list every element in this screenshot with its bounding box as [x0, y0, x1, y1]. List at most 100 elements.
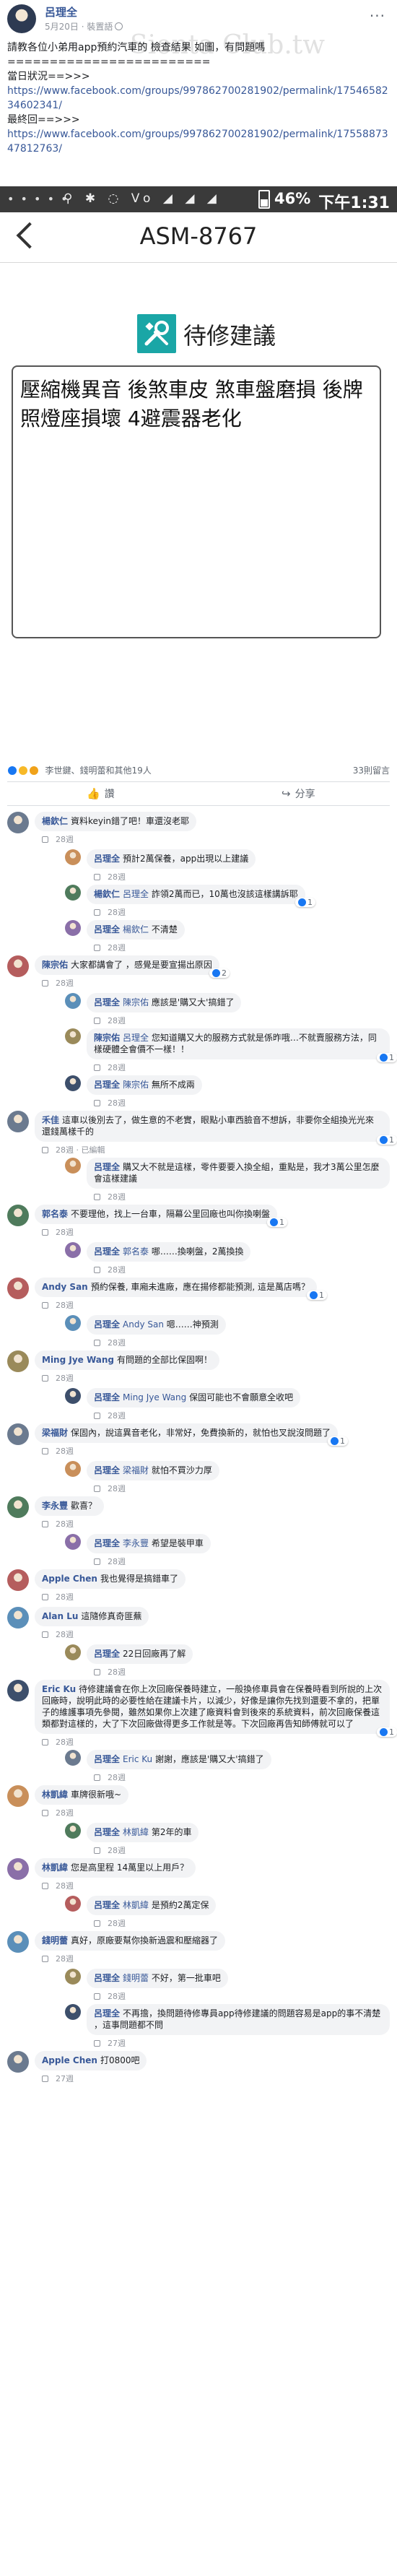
like-icon[interactable]: [94, 909, 100, 916]
like-icon[interactable]: [94, 945, 100, 951]
commenter-name[interactable]: 呂理全: [94, 1754, 120, 1764]
commenter-name[interactable]: 呂理全: [94, 854, 120, 864]
avatar[interactable]: [65, 2004, 81, 2020]
commenter-name[interactable]: 呂理全: [94, 997, 120, 1007]
avatar[interactable]: [7, 1858, 29, 1880]
share-button[interactable]: ↪ 分享: [282, 786, 315, 801]
comment-reaction-count[interactable]: 1: [377, 1727, 397, 1737]
avatar[interactable]: [65, 1969, 81, 1985]
commenter-name[interactable]: 錢明蕾: [42, 1935, 68, 1946]
avatar[interactable]: [65, 1534, 81, 1550]
avatar[interactable]: [7, 1423, 29, 1445]
comment-reaction-count[interactable]: 2: [209, 968, 230, 978]
commenter-name[interactable]: 禾佳: [42, 1115, 59, 1125]
avatar[interactable]: [7, 955, 29, 977]
like-icon[interactable]: [94, 1486, 100, 1492]
like-icon[interactable]: [94, 874, 100, 880]
commenter-name[interactable]: 梁福財: [42, 1428, 68, 1438]
like-icon[interactable]: [42, 1594, 48, 1600]
like-icon[interactable]: [94, 1100, 100, 1106]
like-icon[interactable]: [94, 1774, 100, 1781]
avatar[interactable]: [65, 1896, 81, 1912]
like-icon[interactable]: [42, 980, 48, 986]
more-options-icon[interactable]: ···: [370, 7, 385, 25]
avatar[interactable]: [7, 1607, 29, 1629]
like-button[interactable]: 👍 讚: [87, 786, 115, 801]
mentioned-user[interactable]: 呂理全: [123, 889, 152, 899]
like-icon[interactable]: [94, 1064, 100, 1071]
commenter-name[interactable]: 李永豐: [42, 1501, 68, 1511]
avatar[interactable]: [65, 1075, 81, 1091]
like-icon[interactable]: [42, 836, 48, 843]
reaction-names[interactable]: 李世鍵、錢明蕾和其他19人: [45, 766, 151, 776]
mentioned-user[interactable]: 郭名泰: [123, 1246, 152, 1257]
comment-reaction-count[interactable]: 1: [307, 1291, 327, 1300]
comment-reaction-count[interactable]: 1: [377, 1135, 397, 1145]
like-icon[interactable]: [42, 2076, 48, 2082]
avatar[interactable]: [7, 1680, 29, 1701]
like-icon[interactable]: [94, 1558, 100, 1565]
commenter-name[interactable]: 林凱緯: [42, 1790, 68, 1800]
commenter-name[interactable]: 呂理全: [94, 2008, 120, 2018]
commenter-name[interactable]: 呂理全: [94, 1080, 120, 1090]
like-icon[interactable]: [42, 1521, 48, 1527]
like-icon[interactable]: [94, 1267, 100, 1273]
attached-screenshot[interactable]: • • • • • ⚲ ✱ ◌ Vo ◢ ◢ ◢ 46% 下午1:31 ASM-…: [0, 186, 397, 760]
commenter-name[interactable]: 呂理全: [94, 1649, 120, 1659]
avatar[interactable]: [7, 1278, 29, 1299]
commenter-name[interactable]: 楊欽仁: [42, 816, 68, 826]
like-icon[interactable]: [42, 1448, 48, 1454]
like-icon[interactable]: [42, 1147, 48, 1153]
commenter-name[interactable]: 呂理全: [94, 1465, 120, 1475]
commenter-name[interactable]: 呂理全: [94, 1246, 120, 1257]
like-icon[interactable]: [94, 1018, 100, 1024]
commenter-name[interactable]: 呂理全: [94, 1538, 120, 1548]
avatar[interactable]: [65, 1315, 81, 1331]
avatar[interactable]: [7, 812, 29, 833]
commenter-name[interactable]: 呂理全: [94, 1827, 120, 1837]
mentioned-user[interactable]: 陳宗佑: [123, 1080, 152, 1090]
comment-reaction-count[interactable]: 1: [267, 1218, 287, 1227]
like-icon[interactable]: [94, 1413, 100, 1419]
like-icon[interactable]: [94, 1993, 100, 2000]
comment-reaction-count[interactable]: 1: [377, 1053, 397, 1062]
avatar[interactable]: [65, 1028, 81, 1044]
avatar[interactable]: [7, 4, 36, 33]
like-icon[interactable]: [94, 2040, 100, 2047]
like-icon[interactable]: [42, 1956, 48, 1962]
mentioned-user[interactable]: Ming Jye Wang: [123, 1392, 189, 1402]
commenter-name[interactable]: Apple Chen: [42, 1574, 97, 1584]
like-icon[interactable]: [94, 1920, 100, 1927]
commenter-name[interactable]: 呂理全: [94, 1900, 120, 1910]
avatar[interactable]: [7, 1111, 29, 1132]
commenter-name[interactable]: 陳宗佑: [94, 1033, 120, 1043]
comment-count[interactable]: 33則留言: [353, 764, 390, 776]
commenter-name[interactable]: 呂理全: [94, 1319, 120, 1330]
commenter-name[interactable]: 陳宗佑: [42, 960, 68, 970]
commenter-name[interactable]: 楊欽仁: [94, 889, 120, 899]
mentioned-user[interactable]: Andy San: [123, 1319, 167, 1330]
avatar[interactable]: [7, 1205, 29, 1226]
like-icon[interactable]: [42, 1229, 48, 1236]
reaction-summary[interactable]: 李世鍵、錢明蕾和其他19人 33則留言: [7, 764, 390, 779]
comment-reaction-count[interactable]: 1: [295, 898, 315, 907]
like-icon[interactable]: [42, 1739, 48, 1745]
like-icon[interactable]: [42, 1302, 48, 1309]
avatar[interactable]: [7, 1931, 29, 1953]
commenter-name[interactable]: Alan Lu: [42, 1611, 78, 1621]
mentioned-user[interactable]: 林凱緯: [123, 1827, 152, 1837]
avatar[interactable]: [65, 1644, 81, 1660]
avatar[interactable]: [7, 1785, 29, 1807]
avatar[interactable]: [7, 1496, 29, 1518]
like-icon[interactable]: [94, 1669, 100, 1675]
avatar[interactable]: [7, 1350, 29, 1372]
post-link-1[interactable]: https://www.facebook.com/groups/99786270…: [7, 84, 390, 113]
avatar[interactable]: [65, 849, 81, 865]
mentioned-user[interactable]: 梁福財: [123, 1465, 152, 1475]
mentioned-user[interactable]: Eric Ku: [123, 1754, 155, 1764]
avatar[interactable]: [65, 1823, 81, 1839]
like-icon[interactable]: [94, 1340, 100, 1346]
mentioned-user[interactable]: 林凱緯: [123, 1900, 152, 1910]
avatar[interactable]: [65, 920, 81, 936]
commenter-name[interactable]: 呂理全: [94, 924, 120, 934]
